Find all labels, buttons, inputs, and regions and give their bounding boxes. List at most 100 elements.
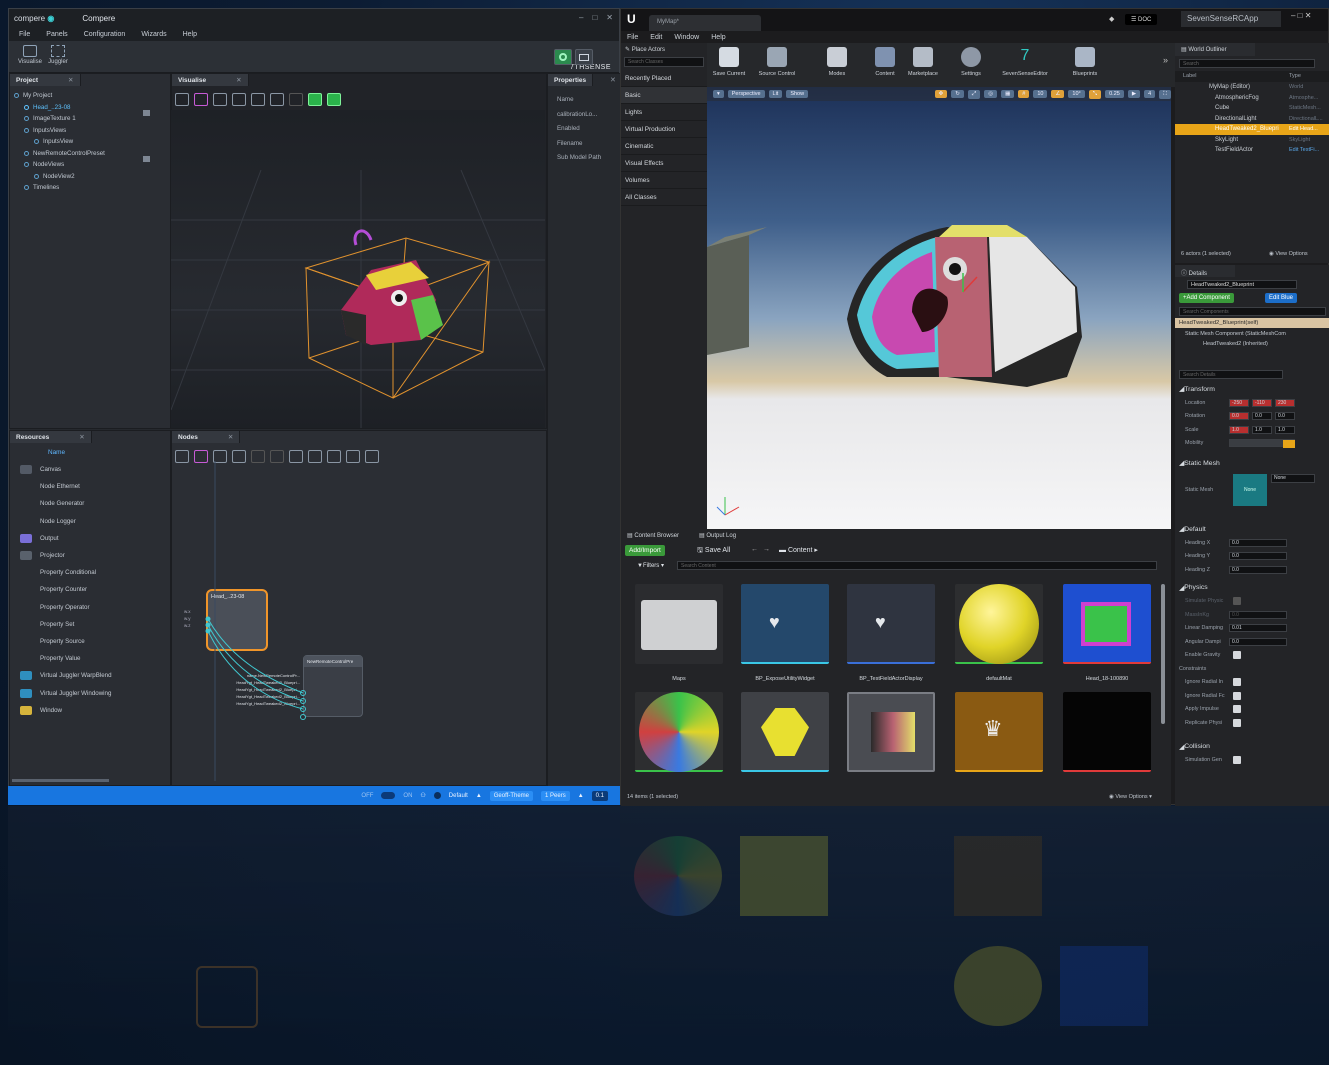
sevensense-editor-button[interactable]: 7 SevenSenseEditor [1002, 47, 1048, 77]
display-icon[interactable] [575, 49, 593, 65]
path-breadcrumb[interactable]: ▬ Content ▸ [779, 546, 818, 554]
asset-tile[interactable] [1063, 584, 1151, 664]
close-icon[interactable]: ✕ [228, 433, 233, 441]
heading-y-field[interactable]: 0.0 [1229, 552, 1287, 561]
content-view-options[interactable]: ◉ View Options ▾ [1109, 794, 1152, 800]
movable-selected[interactable] [1283, 439, 1295, 448]
menu-window[interactable]: Window [674, 34, 699, 41]
outliner-view-options[interactable]: ◉ View Options [1269, 251, 1308, 257]
connect-icon[interactable] [554, 49, 572, 65]
expand-icon[interactable] [14, 93, 19, 99]
horizontal-scrollbar[interactable] [12, 779, 109, 782]
resource-property-value[interactable]: Property Value [10, 650, 170, 667]
tree-item-nodeviews[interactable]: NodeViews [14, 159, 105, 171]
camera-icon[interactable] [289, 93, 303, 106]
outliner-row[interactable]: TestFieldActor Edit TestFi... [1175, 145, 1329, 156]
simulate-physics-checkbox[interactable] [1233, 597, 1241, 606]
col-label[interactable]: Label [1183, 73, 1196, 79]
category-lights[interactable]: Lights [621, 104, 707, 121]
category-visual-effects[interactable]: Visual Effects [621, 155, 707, 172]
resource-projector[interactable]: Projector [10, 547, 170, 564]
resource-canvas[interactable]: Canvas [10, 461, 170, 478]
close-icon[interactable]: ✕ [236, 76, 241, 84]
resource-node-ethernet[interactable]: Node Ethernet [10, 478, 170, 495]
menu-help[interactable]: Help [711, 34, 725, 41]
close-icon[interactable]: ✕ [68, 76, 73, 84]
resource-vj-windowing[interactable]: Virtual Juggler Windowing [10, 684, 170, 701]
visualise-button[interactable]: Visualise [17, 45, 43, 71]
minimize-button[interactable]: – [579, 13, 583, 22]
maximize-button[interactable]: □ [592, 13, 597, 22]
menu-file[interactable]: File [627, 34, 638, 41]
mountain-icon[interactable] [270, 93, 284, 106]
resource-property-counter[interactable]: Property Counter [10, 581, 170, 598]
properties-tab[interactable]: Properties [548, 74, 594, 86]
marketplace-button[interactable]: Marketplace [901, 47, 945, 77]
asset-tile[interactable]: ♥ [741, 584, 829, 664]
menu-edit[interactable]: Edit [650, 34, 662, 41]
details-tab[interactable]: ⓘ Details [1175, 265, 1235, 277]
menu-configuration[interactable]: Configuration [84, 31, 126, 38]
category-volumes[interactable]: Volumes [621, 172, 707, 189]
self-component-row[interactable]: HeadTweaked2_Blueprint(self) [1175, 318, 1329, 328]
notify-icon[interactable]: ◆ [1109, 15, 1114, 23]
menu-wizards[interactable]: Wizards [141, 31, 166, 38]
category-basic[interactable]: Basic [621, 87, 707, 104]
add-import-button[interactable]: Add/Import [625, 545, 665, 556]
asset-tile[interactable] [635, 584, 723, 664]
inherited-component-row[interactable]: HeadTweaked2 (Inherited) [1175, 339, 1329, 350]
tree-item-timelines[interactable]: Timelines [14, 182, 105, 194]
asset-tile[interactable] [1063, 692, 1151, 772]
close-icon[interactable]: ✕ [610, 76, 616, 84]
asset-tile[interactable] [635, 692, 723, 772]
scale-y[interactable]: 1.0 [1252, 425, 1272, 434]
resource-node-logger[interactable]: Node Logger [10, 513, 170, 530]
tree-item-my-project[interactable]: My Project [14, 90, 105, 102]
heading-z-field[interactable]: 0.0 [1229, 565, 1287, 574]
profile-select[interactable]: Default [449, 793, 468, 799]
category-virtual-production[interactable]: Virtual Production [621, 121, 707, 138]
tree-item-head[interactable]: Head_..23-08 [14, 102, 105, 114]
close-button[interactable]: ✕ [606, 13, 613, 22]
menu-help[interactable]: Help [183, 31, 197, 38]
asset-tile[interactable]: ♥ [847, 584, 935, 664]
resource-property-set[interactable]: Property Set [10, 616, 170, 633]
modes-button[interactable]: Modes [815, 47, 859, 77]
expand-icon[interactable] [24, 127, 29, 133]
forward-icon[interactable]: → [763, 546, 770, 553]
mass-field[interactable]: 0.0 [1229, 610, 1287, 619]
category-cinematic[interactable]: Cinematic [621, 138, 707, 155]
outliner-row[interactable]: AtmosphericFog Atmosphe... [1175, 93, 1329, 104]
vertical-scrollbar[interactable] [1161, 584, 1165, 724]
expand-icon[interactable] [24, 162, 29, 168]
enable-gravity-checkbox[interactable] [1233, 651, 1241, 660]
frame-icon[interactable] [308, 93, 322, 106]
add-icon[interactable] [232, 93, 246, 106]
outliner-row[interactable]: MyMap (Editor) World [1175, 82, 1329, 93]
static-mesh-dropdown[interactable]: None [1271, 474, 1315, 483]
solid-icon[interactable] [327, 93, 341, 106]
menu-panels[interactable]: Panels [46, 31, 67, 38]
static-mesh-component-row[interactable]: Static Mesh Component (StaticMeshCom [1175, 328, 1329, 339]
heading-x-field[interactable]: 0.0 [1229, 538, 1287, 547]
resource-vj-warpblend[interactable]: Virtual Juggler WarpBlend [10, 667, 170, 684]
ignore-radial-force-checkbox[interactable] [1233, 691, 1241, 700]
grid-icon[interactable] [251, 93, 265, 106]
location-y[interactable]: -110 [1252, 398, 1272, 407]
asset-tile[interactable]: ♛ [955, 692, 1043, 772]
outliner-search-input[interactable]: Search [1179, 59, 1315, 68]
lock-icon[interactable] [143, 110, 150, 116]
color-icon[interactable] [194, 93, 208, 106]
map-tab[interactable]: MyMap* [649, 15, 761, 31]
tree-item-inputsviews[interactable]: InputsViews [14, 125, 105, 137]
tree-item-nodeview2[interactable]: NodeView2 [14, 171, 105, 183]
back-icon[interactable]: ← [751, 546, 758, 553]
rotation-x[interactable]: 0.0 [1229, 412, 1249, 421]
close-icon[interactable]: ✕ [79, 433, 84, 441]
level-viewport[interactable]: ▾ Perspective Lit Show ✥ ↻ ⤢ ◎ ▦ # 10 ∠ … [707, 87, 1171, 533]
outliner-row[interactable]: Cube StaticMesh... [1175, 103, 1329, 114]
class-search-input[interactable]: Search Classes [624, 57, 704, 67]
window-controls[interactable]: – □ ✕ [1291, 11, 1311, 20]
resource-property-source[interactable]: Property Source [10, 633, 170, 650]
location-z[interactable]: 230 [1275, 398, 1295, 407]
